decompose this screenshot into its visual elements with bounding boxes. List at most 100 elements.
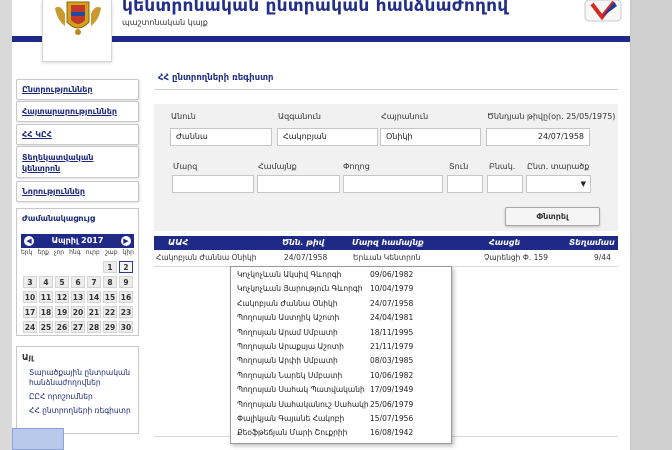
weekday: չոր xyxy=(54,249,65,256)
nav-cec[interactable]: ՀՀ ԿԸՀ xyxy=(16,124,139,145)
calendar-day[interactable]: 3 xyxy=(23,276,37,288)
dropdown-option[interactable]: Պողոսյան Արաքսյա Աշոտի 21/11/1979 xyxy=(231,341,451,354)
region-input[interactable] xyxy=(172,175,254,193)
site-title: կենտրոնական ընտրական հանձնաժողով xyxy=(122,0,509,16)
street-input[interactable] xyxy=(343,175,443,193)
col-birth-date: Ծնն. թիվ xyxy=(282,238,325,247)
option-date: 21/11/1979 xyxy=(370,342,414,351)
calendar-day[interactable]: 5 xyxy=(55,276,69,288)
nav-news[interactable]: Նորություններ xyxy=(16,181,139,202)
label-street: Փողոց xyxy=(343,162,370,171)
weekday: կիր xyxy=(122,249,134,256)
calendar-day[interactable]: 8 xyxy=(103,276,117,288)
calendar-day[interactable]: 21 xyxy=(87,306,101,318)
calendar-day[interactable]: 12 xyxy=(55,291,69,303)
calendar-day[interactable]: 6 xyxy=(71,276,85,288)
dropdown-option[interactable]: Քեօֆթեճյան Մարի Շուքրիի 16/08/1942 xyxy=(231,427,451,440)
calendar-day[interactable]: 4 xyxy=(39,276,53,288)
link-voter-register[interactable]: ՀՀ ընտրողների ռեգիստր xyxy=(17,404,138,418)
dropdown-option[interactable]: Պողոսյան Արամ Սմբատի 18/11/1995 xyxy=(231,327,451,340)
calendar-day[interactable]: 16 xyxy=(119,291,133,303)
weekday: շաբ xyxy=(104,249,118,256)
link-territorial-commissions[interactable]: Տարածքային ընտրական հանձնաժողովներ xyxy=(17,366,138,390)
calendar-day[interactable]: 13 xyxy=(71,291,85,303)
coat-of-arms-logo[interactable] xyxy=(42,0,112,62)
option-name: Քեօֆթեճյան Մարի Շուքրիի xyxy=(237,428,348,438)
calendar-day[interactable]: 19 xyxy=(55,306,69,318)
calendar-day[interactable]: 29 xyxy=(103,321,117,333)
dropdown-arrow-icon: ▼ xyxy=(580,180,586,188)
option-date: 10/06/1982 xyxy=(370,370,414,380)
calendar-weekdays: երկ երք չոր հնգ ուրբ շաբ կիր xyxy=(21,249,134,256)
option-date: 08/03/1985 xyxy=(370,356,414,366)
next-month-icon[interactable]: ▶ xyxy=(121,236,131,246)
option-date: 10/04/1979 xyxy=(370,284,414,294)
nav-elections[interactable]: Ընտրություններ xyxy=(16,79,139,100)
precinct-select[interactable]: ▼ xyxy=(526,175,591,193)
calendar-day[interactable]: 7 xyxy=(87,276,101,288)
calendar-day[interactable]: 17 xyxy=(23,306,37,318)
calendar-day[interactable]: 27 xyxy=(71,321,85,333)
weekday: հնգ xyxy=(69,249,81,256)
apartment-input[interactable] xyxy=(487,175,523,193)
cell-name: Հակոբյան Ժաննա Օնիկի xyxy=(156,253,257,262)
dropdown-option[interactable]: Պողոսյան Աստղիկ Աշոտի 24/04/1981 xyxy=(231,312,451,325)
calendar-header: ◀ Ապրիլ 2017 ▶ xyxy=(21,234,134,248)
calendar-day[interactable]: 10 xyxy=(23,291,37,303)
calendar-day[interactable]: 2 xyxy=(119,261,133,273)
calendar-day[interactable]: 24 xyxy=(23,321,37,333)
calendar-day[interactable]: 9 xyxy=(119,276,133,288)
calendar-day[interactable]: 22 xyxy=(103,306,117,318)
calendar-day[interactable]: 18 xyxy=(39,306,53,318)
dropdown-option[interactable]: Պողոսյան Արփի Սմբատի 08/03/1985 xyxy=(231,355,451,368)
nav-info-center[interactable]: Տեղեկատվական կենտրոն xyxy=(16,146,139,178)
calendar-day[interactable]: 14 xyxy=(87,291,101,303)
calendar-day[interactable]: 11 xyxy=(39,291,53,303)
calendar-day[interactable]: 30 xyxy=(119,321,133,333)
calendar-day[interactable]: 15 xyxy=(103,291,117,303)
calendar-day[interactable]: 20 xyxy=(71,306,85,318)
site-header: կենտրոնական ընտրական հանձնաժողով պաշտոնա… xyxy=(12,0,630,62)
calendar-day[interactable]: 1 xyxy=(103,261,117,273)
search-button[interactable]: Փնտրել xyxy=(505,207,600,226)
nav-announcements[interactable]: Հայտարարություններ xyxy=(16,101,139,122)
calendar-day[interactable]: 26 xyxy=(55,321,69,333)
birth-date-input[interactable]: 24/07/1958 xyxy=(486,128,590,146)
dropdown-option[interactable]: Պողոսյան Սահականուշ Սահակի 25/06/1979 xyxy=(231,399,451,412)
other-links-box: Այլ Տարածքային ընտրական հանձնաժողովներ Ը… xyxy=(16,346,139,434)
dropdown-option[interactable]: Պողոսյան Նարեկ Սմբատի 10/06/1982 xyxy=(231,370,451,383)
option-name: Պողոսյան Արաքսյա Աշոտի xyxy=(237,342,344,351)
table-row[interactable]: Հակոբյան Ժաննա Օնիկի 24/07/1958 Երևան Կե… xyxy=(154,252,618,265)
community-input[interactable] xyxy=(257,175,340,193)
option-name: Պողոսյան Արփի Սմբատի xyxy=(237,356,338,366)
cec-logo[interactable] xyxy=(584,0,622,22)
option-date: 24/07/1958 xyxy=(370,298,414,308)
dropdown-option[interactable]: Կոչկոչևան Յարություն Գևորգի 10/04/1979 xyxy=(231,283,451,296)
patronymic-input[interactable]: Օնիկի xyxy=(380,128,481,146)
option-name: Պողոսյան Սահակ Պատվականի xyxy=(237,385,365,395)
cec-logo-icon xyxy=(584,0,622,22)
right-gutter xyxy=(630,0,672,450)
label-patronymic: Հայրանուն xyxy=(381,112,429,121)
label-apartment: Բնակ. xyxy=(489,162,516,171)
label-region: Մարզ xyxy=(173,162,198,171)
main-area: կենտրոնական ընտրական հանձնաժողով պաշտոնա… xyxy=(12,0,630,450)
dropdown-option[interactable]: Փալիկյան Գայանե Հակոբի 15/07/1956 xyxy=(231,413,451,426)
house-input[interactable] xyxy=(447,175,483,193)
weekday: երք xyxy=(37,249,49,256)
weekday: երկ xyxy=(21,249,33,256)
site-subtitle: պաշտոնական կայք xyxy=(122,18,208,27)
calendar-day[interactable]: 28 xyxy=(87,321,101,333)
col-name: ԱԱՀ xyxy=(168,238,189,247)
dropdown-option[interactable]: Պողոսյան Սահակ Պատվականի 17/09/1949 xyxy=(231,384,451,397)
prev-month-icon[interactable]: ◀ xyxy=(24,236,34,246)
page-title: ՀՀ ընտրողների ռեգիստր xyxy=(158,73,274,83)
last-name-input[interactable]: Հակոբյան xyxy=(277,128,378,146)
dropdown-option[interactable]: Հակոբյան Ժաննա Օնիկի 24/07/1958 xyxy=(231,298,451,311)
option-date: 09/06/1982 xyxy=(370,270,414,279)
calendar-day[interactable]: 23 xyxy=(119,306,133,318)
calendar-day[interactable]: 25 xyxy=(39,321,53,333)
link-cec-decisions[interactable]: ԸԸՀ որոշումներ xyxy=(17,390,138,404)
dropdown-option[interactable]: Կոչկոչևան Ակսիվ Գևորգի 09/06/1982 xyxy=(231,269,451,282)
first-name-input[interactable]: Ժաննա xyxy=(170,128,272,146)
